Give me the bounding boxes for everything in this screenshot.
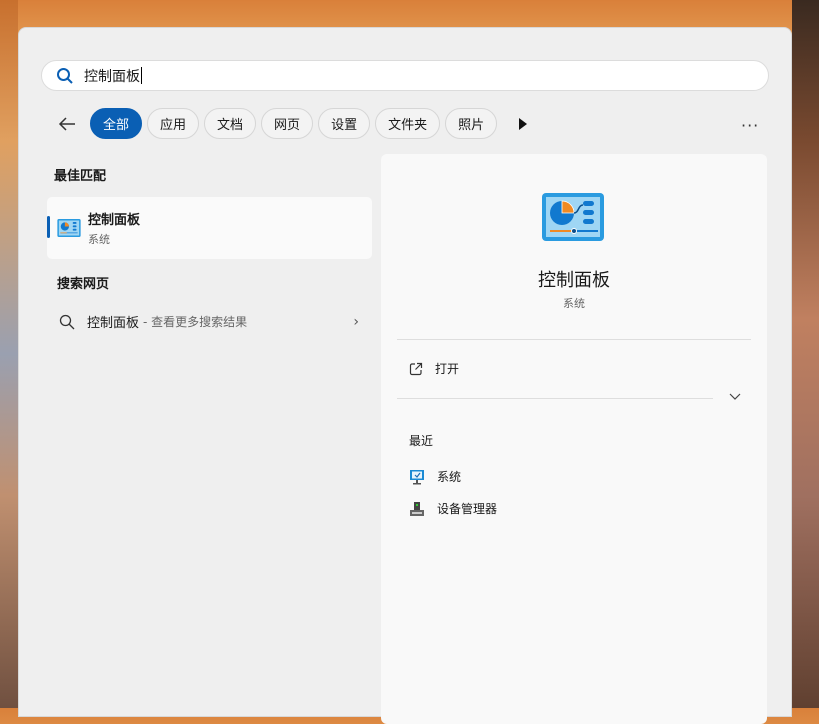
divider: [397, 339, 751, 340]
chevron-right-icon: ›: [353, 313, 359, 330]
search-icon: [57, 67, 73, 84]
device-manager-icon: [410, 501, 424, 516]
more-filters-button[interactable]: [508, 109, 538, 139]
back-arrow-icon: [58, 116, 75, 131]
search-input[interactable]: 控制面板: [41, 60, 769, 91]
web-search-result[interactable]: 控制面板 - 查看更多搜索结果 ›: [59, 312, 359, 331]
control-panel-icon: [57, 219, 81, 237]
filter-folders[interactable]: 文件夹: [375, 108, 441, 139]
filter-bar: 全部 应用 文档 网页 设置 文件夹 照片: [49, 108, 538, 139]
chevron-down-icon: [729, 393, 741, 400]
filter-photos[interactable]: 照片: [445, 108, 498, 139]
filter-documents[interactable]: 文档: [204, 108, 257, 139]
recent-item-label: 设备管理器: [437, 502, 498, 516]
system-monitor-icon: [410, 469, 424, 484]
web-search-query: 控制面板: [87, 316, 140, 331]
web-search-heading: 搜索网页: [57, 277, 110, 292]
filter-apps[interactable]: 应用: [147, 108, 200, 139]
more-options-button[interactable]: ···: [741, 116, 759, 135]
wallpaper: [0, 0, 18, 708]
open-action[interactable]: 打开: [409, 360, 459, 377]
detail-pane: 控制面板 系统 打开 最近 系统 设备管理器: [381, 154, 767, 724]
search-icon: [59, 314, 75, 329]
detail-title: 控制面板: [538, 270, 610, 291]
filter-all[interactable]: 全部: [90, 108, 143, 139]
open-label: 打开: [435, 362, 460, 376]
filter-web[interactable]: 网页: [261, 108, 314, 139]
filter-settings[interactable]: 设置: [318, 108, 371, 139]
play-arrow-icon: [519, 117, 528, 130]
best-match-heading: 最佳匹配: [54, 169, 107, 184]
control-panel-large-icon: [542, 193, 604, 241]
open-external-icon: [409, 362, 423, 375]
wallpaper: [792, 0, 819, 708]
best-match-title: 控制面板: [88, 213, 141, 228]
recent-item-device-manager[interactable]: 设备管理器: [409, 500, 497, 517]
search-value: 控制面板: [84, 68, 140, 85]
recent-item-label: 系统: [437, 470, 462, 484]
recent-item-system[interactable]: 系统: [409, 468, 461, 485]
expand-button[interactable]: [729, 390, 741, 404]
detail-subtitle: 系统: [563, 297, 585, 310]
best-match-subtitle: 系统: [88, 233, 110, 246]
best-match-result[interactable]: 控制面板 系统: [47, 197, 372, 259]
back-button[interactable]: [49, 109, 85, 139]
recent-heading: 最近: [409, 434, 434, 448]
search-panel: 控制面板 全部 应用 文档 网页 设置 文件夹 照片 ··· 最佳匹配 控制面板…: [18, 27, 792, 724]
selection-indicator: [47, 216, 50, 238]
divider: [397, 398, 713, 399]
text-caret: [141, 67, 142, 84]
web-search-hint: - 查看更多搜索结果: [143, 315, 248, 329]
